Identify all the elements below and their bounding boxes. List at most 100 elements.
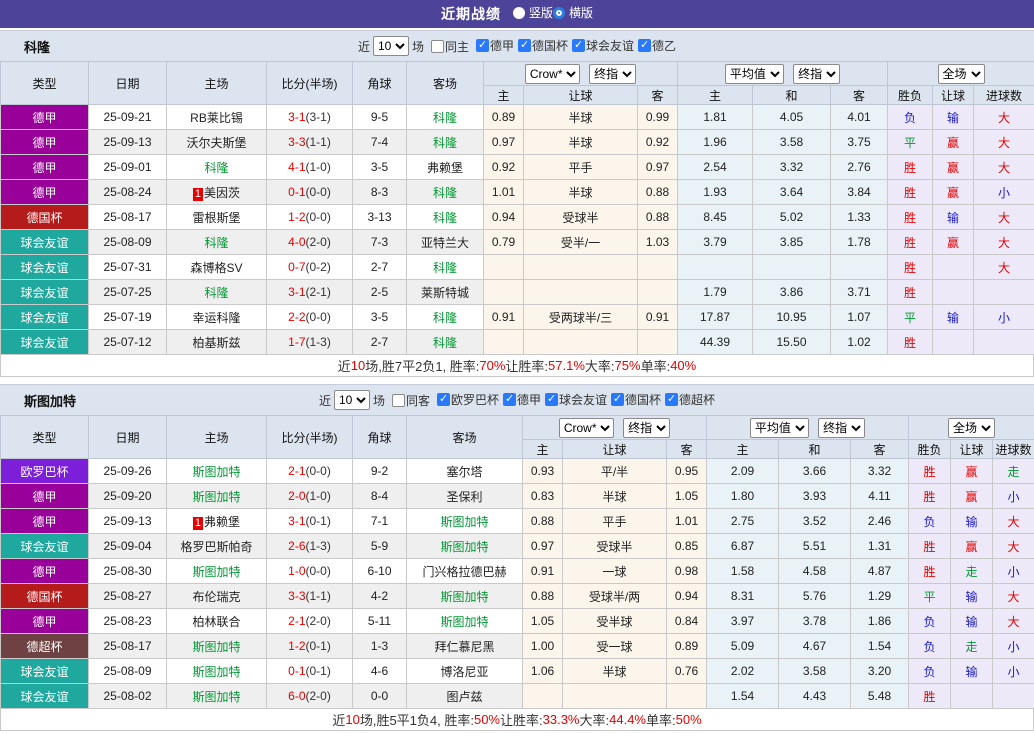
match-date: 25-09-21 [89, 105, 167, 130]
league-badge: 德甲 [1, 180, 89, 205]
layout-radio-selected[interactable]: 横版 [553, 4, 593, 21]
result-handicap: 赢 [933, 230, 974, 255]
avg-home: 44.39 [678, 330, 753, 355]
home-odds: 0.91 [484, 305, 524, 330]
checkbox-box[interactable] [518, 39, 531, 52]
bookmaker-select[interactable]: Crow* [559, 418, 614, 438]
result-handicap: 走 [951, 634, 993, 659]
sub-header: 主 [707, 440, 779, 459]
checkbox-box[interactable] [611, 393, 624, 406]
column-header: 客场 [407, 416, 523, 459]
team-label: 科隆 [204, 286, 228, 300]
halftime-score: (0-0) [306, 185, 331, 199]
checkbox-box[interactable] [437, 393, 450, 406]
fulltime-score: 3-1 [288, 110, 305, 124]
scope-select[interactable]: 全场 [948, 418, 995, 438]
corner-count: 5-11 [353, 609, 407, 634]
league-checkbox[interactable]: 德乙 [638, 37, 676, 54]
result-outcome: 负 [909, 609, 951, 634]
final-index-select[interactable]: 终指 [623, 418, 670, 438]
checkbox-box[interactable] [476, 39, 489, 52]
final-index-select[interactable]: 终指 [589, 64, 636, 84]
checkbox-box[interactable] [665, 393, 678, 406]
corner-count: 5-9 [353, 534, 407, 559]
same-venue-checkbox[interactable]: 同主 [431, 38, 469, 55]
sub-header: 进球数 [974, 86, 1034, 105]
team-label: 科隆 [433, 111, 457, 125]
avg-home: 1.54 [707, 684, 779, 709]
final-index-select[interactable]: 终指 [818, 418, 865, 438]
league-checkbox[interactable]: 德超杯 [665, 391, 715, 408]
score-cell: 1-7(1-3) [267, 330, 353, 355]
bookmaker-select[interactable]: Crow* [525, 64, 580, 84]
checkbox-box[interactable] [431, 40, 444, 53]
team-cell: 科隆 [407, 180, 484, 205]
fulltime-score: 4-1 [288, 160, 305, 174]
league-checkbox[interactable]: 欧罗巴杯 [437, 391, 499, 408]
handicap-line: 半球 [524, 130, 638, 155]
result-outcome: 胜 [888, 280, 933, 305]
halftime-score: (1-0) [306, 489, 331, 503]
average-select[interactable]: 平均值 [750, 418, 809, 438]
score-cell: 0-1(0-1) [267, 659, 353, 684]
team-cell: 塞尔塔 [407, 459, 523, 484]
home-odds: 1.06 [523, 659, 563, 684]
halftime-score: (0-0) [306, 564, 331, 578]
checkbox-label: 同客 [406, 392, 430, 409]
avg-away: 1.29 [851, 584, 909, 609]
league-checkbox[interactable]: 德甲 [476, 37, 514, 54]
games-count-select[interactable]: 10 [334, 390, 370, 410]
avg-draw: 4.67 [779, 634, 851, 659]
checkbox-box[interactable] [638, 39, 651, 52]
result-handicap: 走 [951, 559, 993, 584]
sub-header: 让球 [524, 86, 638, 105]
avg-home: 1.96 [678, 130, 753, 155]
average-select-group: 平均值 终指 [678, 62, 888, 86]
checkbox-box[interactable] [545, 393, 558, 406]
radio-icon[interactable] [553, 7, 565, 19]
league-checkbox[interactable]: 球会友谊 [545, 391, 607, 408]
sub-header: 让球 [563, 440, 667, 459]
corner-count: 7-1 [353, 509, 407, 534]
result-goals: 大 [993, 584, 1034, 609]
match-date: 25-08-27 [89, 584, 167, 609]
fulltime-score: 2-6 [288, 539, 305, 553]
checkbox-box[interactable] [572, 39, 585, 52]
league-checkbox[interactable]: 球会友谊 [572, 37, 634, 54]
team-label: 门兴格拉德巴赫 [422, 565, 506, 579]
handicap-line: 半球 [563, 659, 667, 684]
sub-header: 进球数 [993, 440, 1034, 459]
checkbox-label: 欧罗巴杯 [451, 391, 499, 408]
team-label: 斯图加特 [192, 665, 240, 679]
scope-select[interactable]: 全场 [938, 64, 985, 84]
team-cell: 雷根斯堡 [167, 205, 267, 230]
corner-count: 2-7 [353, 330, 407, 355]
league-checkbox[interactable]: 德国杯 [611, 391, 661, 408]
league-checkbox[interactable]: 德国杯 [518, 37, 568, 54]
table-row: 德甲25-08-23柏林联合2-1(2-0)5-11斯图加特1.05受半球0.8… [1, 609, 1034, 634]
checkbox-box[interactable] [392, 394, 405, 407]
result-handicap: 输 [951, 509, 993, 534]
avg-draw: 3.32 [753, 155, 831, 180]
games-count-select[interactable]: 10 [373, 36, 409, 56]
team-label: 斯图加特 [440, 590, 488, 604]
same-venue-checkbox[interactable]: 同客 [392, 392, 430, 409]
final-index-select[interactable]: 终指 [793, 64, 840, 84]
away-odds: 1.03 [638, 230, 678, 255]
match-date: 25-09-13 [89, 509, 167, 534]
average-select[interactable]: 平均值 [725, 64, 784, 84]
team-cell: 斯图加特 [167, 659, 267, 684]
checkbox-label: 球会友谊 [559, 391, 607, 408]
score-cell: 1-0(0-0) [267, 559, 353, 584]
team-label: 科隆 [204, 236, 228, 250]
radio-icon[interactable] [513, 7, 525, 19]
corner-count: 1-3 [353, 634, 407, 659]
handicap-line [524, 255, 638, 280]
layout-radio-option[interactable]: 竖版 [513, 4, 553, 21]
checkbox-box[interactable] [503, 393, 516, 406]
sub-header: 和 [753, 86, 831, 105]
table-row: 德国杯25-08-17雷根斯堡1-2(0-0)3-13科隆0.94受球半0.88… [1, 205, 1034, 230]
avg-away: 1.86 [851, 609, 909, 634]
league-checkbox[interactable]: 德甲 [503, 391, 541, 408]
corner-count: 9-2 [353, 459, 407, 484]
